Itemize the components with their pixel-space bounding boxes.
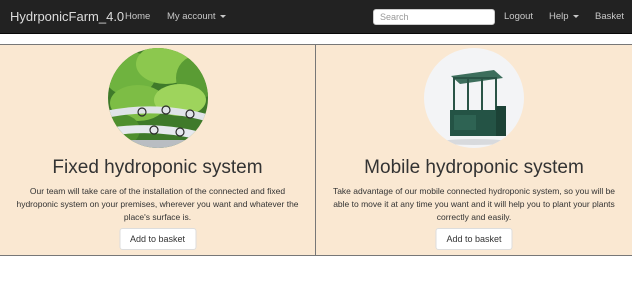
mobile-hydroponic-cabinet-image [424,48,524,148]
lettuce-hydroponic-image [107,48,208,148]
product-description: Our team will take care of the installat… [16,186,299,222]
product-title: Fixed hydroponic system [52,157,263,178]
nav-help-label: Help [549,11,569,22]
product-description: Take advantage of our mobile connected h… [332,186,616,222]
nav-help-dropdown[interactable]: Help [549,11,579,22]
add-to-basket-button[interactable]: Add to basket [435,228,513,250]
nav-my-account-dropdown[interactable]: My account [167,11,226,22]
top-navbar: HydrponicFarm_4.0 Home My account Logout… [0,0,632,34]
nav-logout-link[interactable]: Logout [504,11,533,22]
nav-home-link[interactable]: Home [125,11,150,22]
product-title: Mobile hydroponic system [364,157,584,178]
add-to-basket-button[interactable]: Add to basket [118,228,197,250]
search-input[interactable] [373,9,495,25]
caret-down-icon [219,14,226,18]
nav-basket-link[interactable]: Basket [595,11,624,22]
caret-down-icon [572,14,579,18]
product-card-fixed: Fixed hydroponic system Our team will ta… [0,45,316,255]
product-card-mobile: Mobile hydroponic system Take advantage … [316,45,632,255]
product-section: Fixed hydroponic system Our team will ta… [0,44,632,256]
nav-my-account-label: My account [167,11,216,22]
brand-link[interactable]: HydrponicFarm_4.0 [10,9,124,24]
